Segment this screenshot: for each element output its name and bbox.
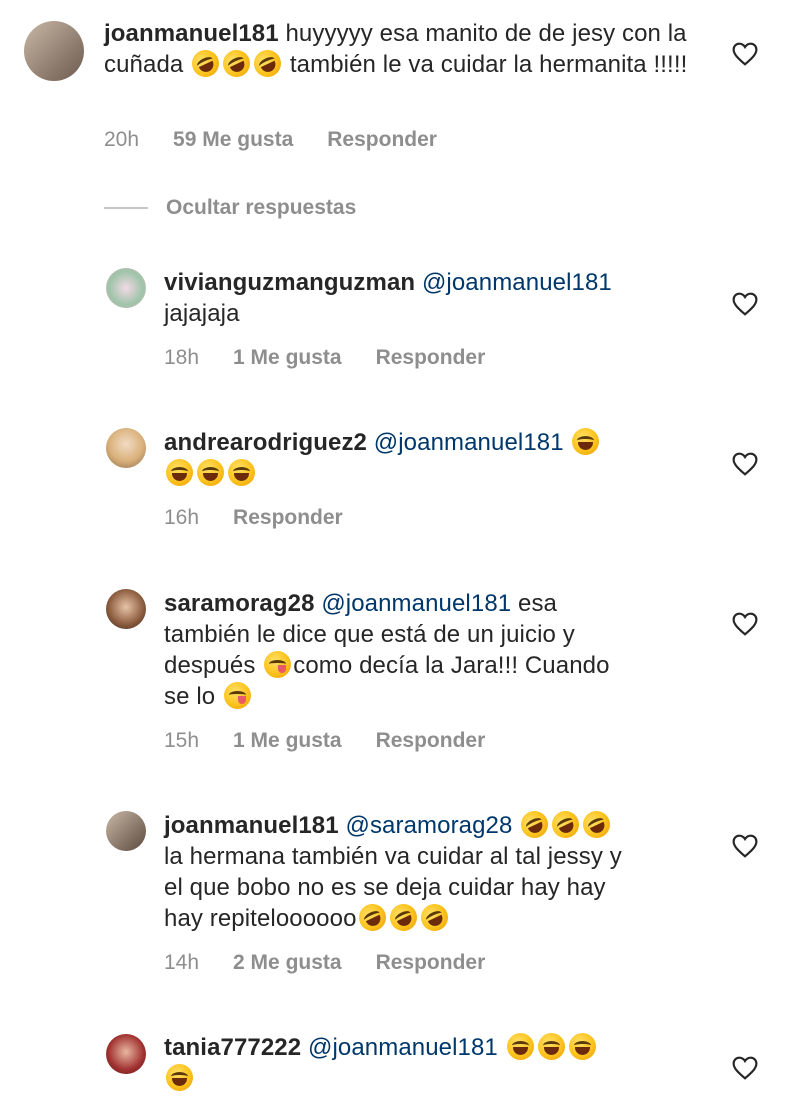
divider bbox=[104, 207, 148, 209]
mention-link[interactable]: @saramorag28 bbox=[345, 812, 512, 839]
joy-emoji-icon bbox=[228, 459, 255, 486]
joy-emoji-icon bbox=[572, 428, 600, 455]
heart-icon[interactable] bbox=[732, 1056, 758, 1080]
comment-text: tania777222 @joanmanuel181 bbox=[164, 1032, 704, 1094]
avatar[interactable] bbox=[24, 21, 84, 81]
heart-icon[interactable] bbox=[732, 452, 758, 476]
hide-replies-label[interactable]: Ocultar respuestas bbox=[166, 196, 356, 220]
comment-body: hay repiteloooooo bbox=[164, 905, 357, 932]
comment-username[interactable]: vivianguzmanguzman bbox=[164, 269, 415, 296]
comment-username[interactable]: joanmanuel181 bbox=[164, 812, 339, 839]
comment-body: como decía la Jara!!! Cuando bbox=[293, 652, 610, 679]
rofl-emoji-icon bbox=[578, 806, 615, 843]
comment-body: también le va cuidar la bbox=[289, 51, 533, 78]
comment-meta: 16h Responder bbox=[164, 506, 377, 530]
joy-emoji-icon bbox=[166, 459, 193, 486]
comment-meta: 20h 59 Me gusta Responder bbox=[104, 128, 471, 152]
comment-username[interactable]: tania777222 bbox=[164, 1034, 301, 1061]
mention-link[interactable]: @joanmanuel181 bbox=[321, 590, 511, 617]
likes-count[interactable]: 1 Me gusta bbox=[233, 346, 342, 370]
comment-time: 15h bbox=[164, 729, 200, 752]
comment-body: jajajaja bbox=[164, 300, 240, 327]
rofl-emoji-icon bbox=[416, 899, 452, 936]
comment-text: andrearodriguez2 @joanmanuel181 bbox=[164, 427, 704, 489]
heart-icon[interactable] bbox=[732, 834, 758, 858]
comment-time: 16h bbox=[164, 506, 200, 529]
avatar[interactable] bbox=[106, 428, 146, 468]
joy-emoji-icon bbox=[197, 459, 224, 486]
comment-body: después bbox=[164, 652, 256, 679]
joy-emoji-icon bbox=[166, 1064, 193, 1091]
reply-button[interactable]: Responder bbox=[233, 506, 343, 530]
mention-link[interactable]: @joanmanuel181 bbox=[308, 1034, 498, 1061]
heart-icon[interactable] bbox=[732, 292, 758, 316]
rofl-emoji-icon bbox=[385, 899, 421, 936]
rofl-emoji-icon bbox=[249, 45, 286, 82]
comment-body: también le dice que está de un juicio y bbox=[164, 621, 575, 648]
comment-time: 18h bbox=[164, 346, 200, 369]
likes-count[interactable]: 2 Me gusta bbox=[233, 951, 342, 975]
avatar[interactable] bbox=[106, 1034, 146, 1074]
comment-body: hermanita !!!!! bbox=[539, 51, 688, 78]
reply-button[interactable]: Responder bbox=[376, 346, 486, 370]
comment-body: el que bobo no es se deja cuidar hay hay bbox=[164, 874, 606, 901]
rofl-emoji-icon bbox=[547, 806, 584, 843]
yum-emoji-icon bbox=[264, 651, 292, 678]
rofl-emoji-icon bbox=[354, 899, 390, 936]
rofl-emoji-icon bbox=[516, 806, 553, 843]
comment-username[interactable]: andrearodriguez2 bbox=[164, 429, 367, 456]
avatar[interactable] bbox=[106, 811, 146, 851]
heart-icon[interactable] bbox=[732, 42, 758, 66]
heart-icon[interactable] bbox=[732, 612, 758, 636]
comment-body: se lo bbox=[164, 683, 216, 710]
comment-time: 14h bbox=[164, 951, 200, 974]
mention-link[interactable]: @joanmanuel181 bbox=[374, 429, 564, 456]
comment-text: joanmanuel181 huyyyyy esa manito de de j… bbox=[104, 18, 704, 82]
comment-text: joanmanuel181 @saramorag28 la hermana ta… bbox=[164, 806, 704, 936]
comment-body: la hermana también va cuidar al tal jess… bbox=[164, 843, 622, 870]
avatar[interactable] bbox=[106, 268, 146, 308]
reply-button[interactable]: Responder bbox=[376, 729, 486, 753]
comment-username[interactable]: joanmanuel181 bbox=[104, 20, 279, 47]
joy-emoji-icon bbox=[568, 1033, 596, 1060]
reply-button[interactable]: Responder bbox=[376, 951, 486, 975]
comment-meta: 15h 1 Me gusta Responder bbox=[164, 729, 519, 753]
comment-meta: 18h 1 Me gusta Responder bbox=[164, 346, 519, 370]
comment-body: esa bbox=[518, 590, 557, 617]
hide-replies-toggle[interactable]: Ocultar respuestas bbox=[104, 196, 356, 220]
avatar[interactable] bbox=[106, 589, 146, 629]
joy-emoji-icon bbox=[537, 1033, 565, 1060]
comment-text: vivianguzmanguzman @joanmanuel181 jajaja… bbox=[164, 267, 704, 329]
reply-button[interactable]: Responder bbox=[327, 128, 437, 152]
joy-emoji-icon bbox=[506, 1033, 534, 1060]
mention-link[interactable]: @joanmanuel181 bbox=[422, 269, 612, 296]
rofl-emoji-icon bbox=[218, 45, 255, 82]
likes-count[interactable]: 59 Me gusta bbox=[173, 128, 293, 152]
comment-time: 20h bbox=[104, 128, 140, 151]
rofl-emoji-icon bbox=[187, 45, 224, 82]
comment-text: saramorag28 @joanmanuel181 esa también l… bbox=[164, 588, 704, 712]
comment-meta: 14h 2 Me gusta Responder bbox=[164, 951, 519, 975]
yum-emoji-icon bbox=[223, 682, 251, 709]
comment-username[interactable]: saramorag28 bbox=[164, 590, 315, 617]
likes-count[interactable]: 1 Me gusta bbox=[233, 729, 342, 753]
